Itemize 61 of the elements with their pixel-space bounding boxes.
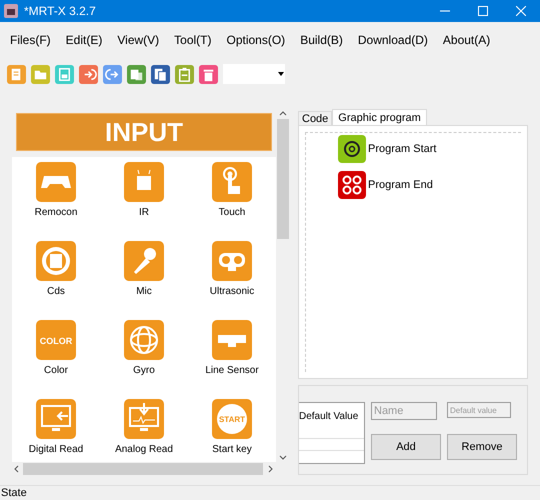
scroll-right-icon[interactable]: [267, 464, 275, 472]
add-button[interactable]: Add: [371, 434, 441, 460]
ultrasonic-icon[interactable]: [212, 241, 252, 281]
menu-item[interactable]: Tool(T): [174, 31, 212, 49]
default-value-field[interactable]: Default value: [447, 402, 511, 418]
sensor-icon[interactable]: [124, 162, 164, 202]
menu-item[interactable]: View(V): [117, 31, 160, 49]
remove-button[interactable]: Remove: [447, 434, 517, 460]
category-banner: INPUT: [16, 113, 272, 151]
tree-node[interactable]: Program End: [368, 176, 433, 194]
menu-item[interactable]: Files(F): [10, 31, 51, 49]
folder-icon[interactable]: [31, 64, 50, 84]
tree-node[interactable]: Program Start: [368, 140, 436, 158]
name-field[interactable]: Name: [371, 402, 437, 420]
block-label: Cds: [47, 286, 65, 299]
scroll-down-icon[interactable]: [279, 454, 287, 462]
tab[interactable]: Code: [298, 111, 332, 125]
line-sensor-icon[interactable]: [212, 320, 252, 360]
import-icon[interactable]: [79, 64, 98, 84]
scroll-up-icon[interactable]: [279, 109, 287, 117]
monitor-icon[interactable]: [124, 399, 164, 439]
block-label: Mic: [136, 286, 152, 299]
block-label: IR: [139, 207, 149, 220]
block-label: Line Sensor: [205, 365, 259, 378]
light-sensor-icon[interactable]: [36, 241, 76, 281]
microphone-icon[interactable]: [124, 241, 164, 281]
new-file-icon[interactable]: [7, 64, 26, 84]
close-icon[interactable]: [516, 6, 526, 16]
block-label: Color: [44, 365, 68, 378]
gyro-icon[interactable]: [124, 320, 164, 360]
trash-icon[interactable]: [199, 64, 218, 84]
block-label: Gyro: [133, 365, 155, 378]
scroll-left-icon[interactable]: [12, 464, 20, 472]
menu-item[interactable]: Build(B): [300, 31, 343, 49]
save-icon[interactable]: [55, 64, 74, 84]
copy-icon[interactable]: [127, 64, 146, 84]
four-circles-icon[interactable]: [338, 171, 366, 199]
block-label: Touch: [218, 207, 246, 220]
menu-item[interactable]: Options(O): [226, 31, 286, 49]
block-label: Digital Read: [28, 444, 84, 457]
menu-item[interactable]: Download(D): [358, 31, 428, 49]
clipboard-icon[interactable]: [175, 64, 194, 84]
block-label: Start key: [212, 444, 252, 457]
block-label: Remocon: [34, 207, 78, 220]
block-label: Analog Read: [115, 444, 173, 457]
menu-item[interactable]: About(A): [442, 31, 490, 49]
gamepad-icon[interactable]: [36, 162, 76, 202]
dropdown-icon: [278, 72, 284, 76]
menu-item[interactable]: Edit(E): [66, 31, 102, 49]
tab[interactable]: Graphic program: [332, 109, 427, 125]
touch-icon[interactable]: [212, 162, 252, 202]
window-title: *MRT-X 3.2.7: [24, 3, 96, 20]
column-header: Default Value: [299, 410, 360, 424]
maximize-icon[interactable]: [478, 6, 488, 16]
app-icon: [4, 4, 18, 18]
export-icon[interactable]: [103, 64, 122, 84]
status-text: State: [0, 486, 27, 500]
speaker-icon[interactable]: [338, 135, 366, 163]
monitor-icon[interactable]: [36, 399, 76, 439]
block-label: Ultrasonic: [210, 286, 254, 299]
duplicate-icon[interactable]: [151, 64, 170, 84]
